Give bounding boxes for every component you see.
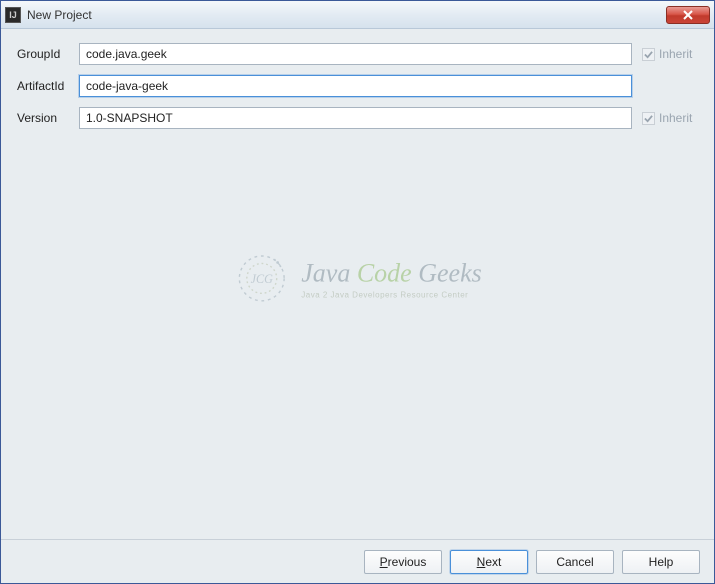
checkmark-icon xyxy=(644,50,653,59)
groupid-label: GroupId xyxy=(17,47,79,61)
titlebar[interactable]: IJ New Project xyxy=(1,1,714,29)
svg-text:JCG: JCG xyxy=(250,272,272,286)
dialog-footer: Previous Next Cancel Help xyxy=(1,539,714,583)
version-input[interactable] xyxy=(79,107,632,129)
close-button[interactable] xyxy=(666,6,710,24)
dialog-window: IJ New Project GroupId Inherit Artif xyxy=(0,0,715,584)
jcg-logo-icon: JCG xyxy=(233,250,289,306)
groupid-row: GroupId Inherit xyxy=(17,43,702,65)
groupid-inherit-label: Inherit xyxy=(659,47,692,61)
watermark: JCG Java Code Geeks Java 2 Java Develope… xyxy=(233,250,482,306)
artifactid-input[interactable] xyxy=(79,75,632,97)
version-row: Version Inherit xyxy=(17,107,702,129)
next-button[interactable]: Next xyxy=(450,550,528,574)
previous-button[interactable]: Previous xyxy=(364,550,442,574)
dialog-content: GroupId Inherit ArtifactId Version xyxy=(1,29,714,539)
groupid-inherit-group: Inherit xyxy=(642,47,702,61)
cancel-button[interactable]: Cancel xyxy=(536,550,614,574)
close-icon xyxy=(683,10,693,20)
version-label: Version xyxy=(17,111,79,125)
app-icon: IJ xyxy=(5,7,21,23)
groupid-input[interactable] xyxy=(79,43,632,65)
version-inherit-label: Inherit xyxy=(659,111,692,125)
version-inherit-checkbox xyxy=(642,112,655,125)
watermark-title: Java Code Geeks xyxy=(301,258,482,288)
checkmark-icon xyxy=(644,114,653,123)
watermark-subtitle: Java 2 Java Developers Resource Center xyxy=(301,290,482,299)
groupid-inherit-checkbox xyxy=(642,48,655,61)
help-button[interactable]: Help xyxy=(622,550,700,574)
artifactid-label: ArtifactId xyxy=(17,79,79,93)
artifactid-row: ArtifactId xyxy=(17,75,702,97)
version-inherit-group: Inherit xyxy=(642,111,702,125)
window-title: New Project xyxy=(27,8,666,22)
